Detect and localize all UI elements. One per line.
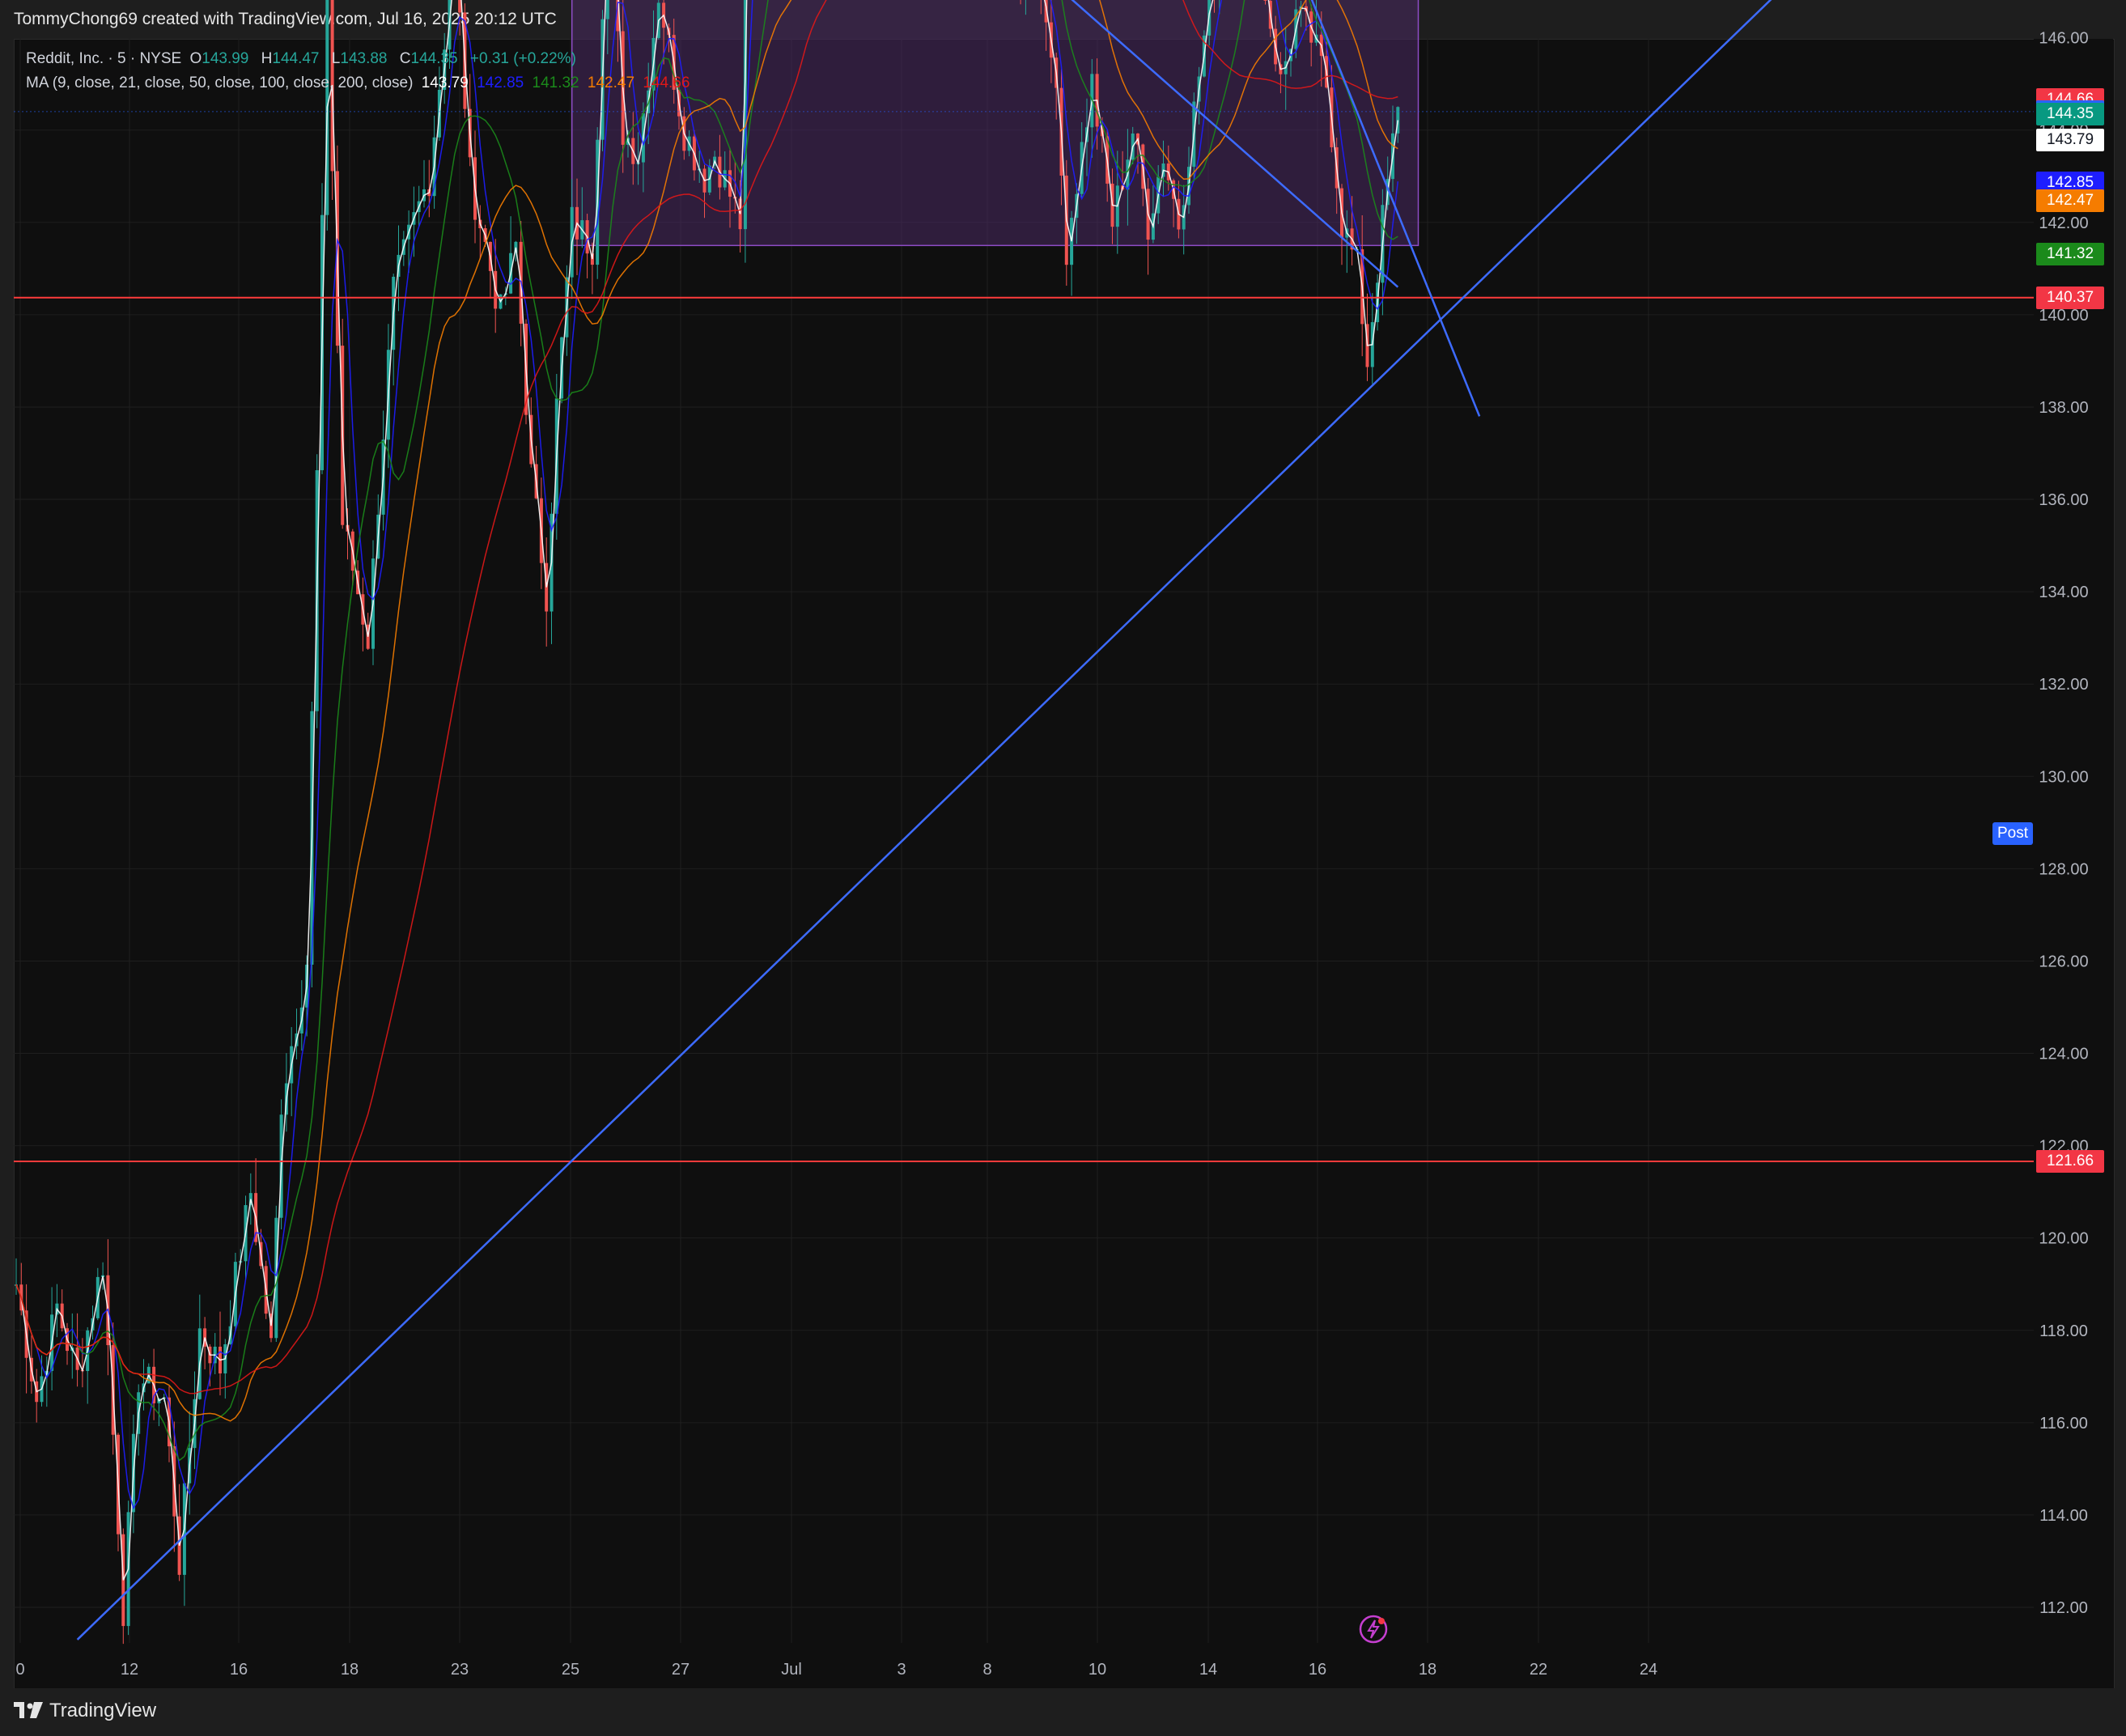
price-tag[interactable]: 143.79 [2036, 128, 2104, 151]
time-tick-label: 23 [451, 1661, 469, 1679]
price-tick-label: 118.00 [2039, 1322, 2088, 1340]
change-value: +0.31 (+0.22%) [469, 50, 576, 67]
symbol-name[interactable]: Reddit, Inc. · 5 · NYSE [26, 50, 181, 67]
close-label: C [399, 50, 411, 67]
range-box[interactable] [571, 0, 1419, 247]
ma-legend[interactable]: MA (9, close, 21, close, 50, close, 100,… [26, 74, 694, 92]
price-tick-label: 124.00 [2039, 1046, 2088, 1063]
time-tick-label: 25 [562, 1661, 579, 1679]
price-tick-label: 136.00 [2039, 491, 2088, 509]
price-tag[interactable]: 141.32 [2036, 242, 2104, 265]
price-tag[interactable]: 144.35 [2036, 102, 2104, 125]
close-value: 144.35 [410, 50, 458, 67]
price-tick-label: 130.00 [2039, 768, 2088, 786]
time-tick-label: 0 [15, 1661, 24, 1679]
price-tag[interactable]: 140.37 [2036, 286, 2104, 309]
ma21-value: 142.85 [477, 74, 524, 91]
ma200-value: 144.66 [643, 74, 690, 91]
time-tick-label: 16 [230, 1661, 248, 1679]
symbol-legend[interactable]: Reddit, Inc. · 5 · NYSE O143.99 H144.47 … [26, 50, 580, 68]
time-tick-label: Jul [781, 1661, 802, 1679]
flash-icon[interactable] [1358, 1614, 1389, 1649]
price-tick-label: 132.00 [2039, 676, 2088, 694]
time-tick-label: 27 [672, 1661, 690, 1679]
open-value: 143.99 [202, 50, 249, 67]
ohlc-low: L143.88 [332, 50, 392, 67]
price-tick-label: 138.00 [2039, 399, 2088, 417]
post-market-label: Post [1992, 822, 2033, 845]
price-chart[interactable]: 112.00114.00116.00118.00120.00122.00124.… [0, 0, 2126, 1736]
time-tick-label: 18 [1419, 1661, 1436, 1679]
time-tick-label: 12 [121, 1661, 138, 1679]
ohlc-high: H144.47 [261, 50, 324, 67]
ohlc-close: C144.35 [400, 50, 462, 67]
price-tick-label: 114.00 [2039, 1507, 2088, 1525]
tradingview-brand[interactable]: TradingView [14, 1700, 156, 1722]
time-tick-label: 24 [1640, 1661, 1657, 1679]
price-tick-label: 120.00 [2039, 1230, 2088, 1248]
time-tick-label: 18 [341, 1661, 359, 1679]
ma100-value: 142.47 [587, 74, 635, 91]
price-tick-label: 126.00 [2039, 953, 2088, 970]
high-value: 144.47 [272, 50, 320, 67]
time-tick-label: 3 [897, 1661, 906, 1679]
open-label: O [189, 50, 202, 67]
price-tag[interactable]: 121.66 [2036, 1149, 2104, 1173]
tradingview-logo-icon [14, 1702, 43, 1720]
time-tick-label: 22 [1530, 1661, 1547, 1679]
flash-icon-graphic [1359, 1615, 1388, 1644]
ma-label[interactable]: MA (9, close, 21, close, 50, close, 100,… [26, 74, 413, 91]
high-label: H [261, 50, 273, 67]
candle-body[interactable] [605, 0, 609, 19]
time-tick-label: 10 [1088, 1661, 1106, 1679]
price-tick-label: 140.00 [2039, 307, 2088, 325]
price-tick-label: 112.00 [2039, 1599, 2088, 1617]
price-tick-label: 146.00 [2039, 30, 2088, 48]
low-value: 143.88 [340, 50, 388, 67]
low-label: L [331, 50, 341, 67]
price-tick-label: 142.00 [2039, 214, 2088, 232]
price-tick-label: 128.00 [2039, 860, 2088, 878]
time-tick-label: 16 [1309, 1661, 1326, 1679]
price-tick-label: 134.00 [2039, 584, 2088, 601]
price-tag[interactable]: 142.47 [2036, 189, 2104, 212]
ohlc-open: O143.99 [189, 50, 252, 67]
price-scale-panel[interactable] [2034, 39, 2113, 1643]
time-tick-label: 14 [1199, 1661, 1217, 1679]
price-tick-label: 116.00 [2039, 1415, 2088, 1433]
candle-body[interactable] [1263, 0, 1267, 1]
ma9-value: 143.79 [421, 74, 469, 91]
ma50-value: 141.32 [532, 74, 579, 91]
brand-text: TradingView [49, 1700, 157, 1721]
bottom-bar: TradingView [0, 1688, 2126, 1736]
time-tick-label: 8 [982, 1661, 991, 1679]
